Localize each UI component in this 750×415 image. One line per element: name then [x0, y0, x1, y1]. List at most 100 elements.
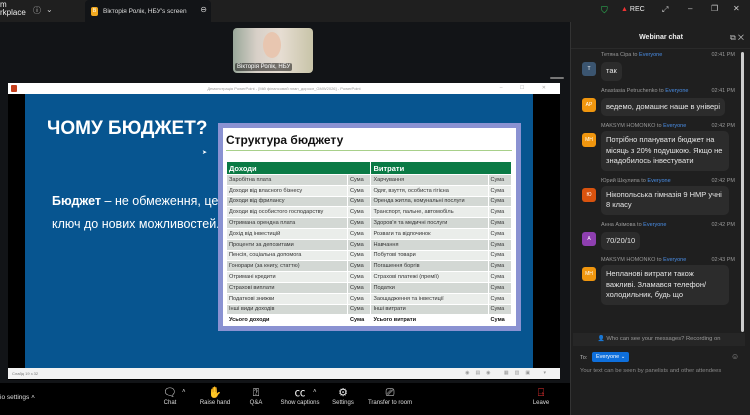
person-icon: 👤	[597, 336, 605, 342]
cloud-icon: ▲	[621, 6, 628, 13]
table-cell: Заробітна плата	[226, 174, 348, 186]
table-cell: Сума	[346, 206, 372, 219]
recipient-dropdown[interactable]: Everyone ⌄	[592, 352, 630, 362]
table-cell: Сума	[346, 217, 372, 229]
message-time: 02:43 PM	[711, 257, 735, 263]
message-text: ведемо, домашнє наше в універі	[601, 97, 726, 116]
cast-icon: ⎚	[385, 387, 395, 399]
shield-icon[interactable]: ⛉	[601, 5, 608, 16]
table-cell: Сума	[487, 227, 513, 240]
popout-icon[interactable]: ⧉	[730, 33, 736, 42]
speaker-video[interactable]: Вікторія Ролік, НБУ	[233, 28, 313, 73]
chat-header-controls: ⧉ ✕	[730, 27, 744, 49]
webinar-chat-panel: Webinar chat ⧉ ✕ Тетяна Сіра to Everyone…	[570, 22, 750, 415]
speaker-name: Вікторія Ролік, НБУ	[235, 63, 293, 71]
chat-scrollbar[interactable]	[741, 52, 744, 332]
table-cell: Розваги та відпочинок	[370, 227, 489, 240]
view-options-icon[interactable]: ⊖	[200, 5, 207, 14]
table-cell: Доходи від особистого господарству	[226, 206, 348, 219]
ppt-title-bar: Демонстрація PowerPoint - [Мій фінансови…	[8, 83, 560, 94]
table-cell: Сума	[346, 174, 372, 186]
table-cell: Сума	[487, 238, 513, 251]
message-meta: Anastasia Petruchenko to Everyone 02:41 P…	[601, 87, 735, 94]
emoji-icon[interactable]: ☺	[731, 352, 739, 361]
sender-name: Юрий Шкулипа	[601, 177, 640, 184]
tab-label: Вікторія Ролік, НБУ's screen	[103, 7, 187, 15]
ppt-status-bar: Слайд 19 з 32 ◉▤◉ ▦▥▣ ▾	[8, 368, 560, 379]
who-can-see-button[interactable]: 👤 Who can see your messages? Recording o…	[573, 333, 745, 346]
screen-share-icon: В	[91, 6, 98, 16]
table-cell: Сума	[346, 184, 372, 197]
mouse-cursor-icon: ➤	[202, 150, 208, 156]
table-cell: Сума	[487, 292, 513, 305]
chat-message: Тетяна Сіра to Everyone 02:41 PM Ттак	[571, 52, 743, 81]
budget-table: Доходи Витрати Заробітна плата Сума Харчув…	[225, 161, 513, 327]
close-icon[interactable]: ✕	[733, 4, 740, 13]
table-cell: Заощадження та інвестиції	[370, 292, 489, 305]
table-cell: Погашення боргів	[370, 260, 489, 273]
table-cell: Дохід від інвестицій	[226, 227, 348, 240]
message-time: 02:42 PM	[711, 123, 735, 129]
tab-shared-screen[interactable]: В Вікторія Ролік, НБУ's screen ⊖	[85, 0, 211, 22]
table-row: Гонорари (за книгу, статтю) Сума Погашення…	[226, 260, 513, 273]
chat-messages: Тетяна Сіра to Everyone 02:41 PM Ттак Anast…	[571, 52, 743, 332]
restore-icon[interactable]: ❐	[711, 4, 718, 13]
table-cell: Транспорт, пальне, автомобіль	[370, 206, 489, 219]
table-row: Податкові знижки Сума Заощадження та інвес…	[226, 292, 513, 305]
table-cell: Здоров'я та медичні послуги	[370, 217, 489, 229]
table-row: Пенсія, соціальна допомога Сума Побутові т…	[226, 249, 513, 262]
table-cell: Інші види доходів	[226, 303, 348, 316]
close-chat-icon[interactable]: ✕	[738, 33, 744, 42]
chat-message: MAKSYM HOMONKO to Everyone 02:42 PM MH Потр…	[571, 123, 743, 171]
settings-button[interactable]: ⚙ Settings	[330, 386, 356, 406]
transfer-to-room-button[interactable]: ⎚ Transfer to room	[364, 386, 416, 406]
table-row: Отримана орендна плата Сума Здоров'я та ме…	[226, 217, 513, 229]
table-cell: Сума	[487, 195, 513, 208]
chat-input[interactable]: Your text can be seen by panelists and o…	[580, 368, 721, 374]
table-cell: Усього витрати	[370, 314, 489, 327]
fullscreen-icon[interactable]: ⤢	[662, 5, 668, 15]
table-cell: Пенсія, соціальна допомога	[226, 249, 348, 262]
chat-header: Webinar chat	[571, 27, 750, 49]
table-cell: Сума	[346, 303, 372, 316]
avatar: А	[582, 231, 596, 246]
table-cell: Податки	[370, 281, 489, 294]
chat-message: Анна Азімова to Everyone 02:42 PM А 70/20/1…	[571, 221, 743, 250]
meeting-toolbar: io settings ˄ 🗨 Chat ˄ ✋ Raise hand ⍰ Q&A ㏄…	[0, 383, 570, 415]
table-cell: Сума	[487, 260, 513, 273]
message-time: 02:42 PM	[711, 177, 735, 184]
table-cell: Податкові знижки	[226, 292, 348, 305]
qa-button[interactable]: ⍰ Q&A	[245, 386, 267, 406]
table-cell: Сума	[346, 260, 372, 273]
table-title: Структура бюджету	[226, 133, 512, 151]
message-meta: MAKSYM HOMONKO to Everyone 02:43 PM	[601, 257, 735, 263]
table-row: Страхові виплати Сума Податки Сума	[226, 281, 513, 294]
recipient: Everyone	[665, 87, 689, 94]
info-icon[interactable]: ⓘ	[33, 5, 41, 16]
table-cell: Отримані кредити	[226, 271, 348, 283]
recipient: Everyone	[643, 221, 667, 228]
powerpoint-window: Демонстрація PowerPoint - [Мій фінансови…	[8, 83, 560, 380]
scrollbar-thumb[interactable]	[741, 52, 744, 332]
table-cell: Навчання	[370, 238, 489, 251]
table-cell: Отримана орендна плата	[226, 217, 348, 229]
recipient: Everyone	[647, 177, 671, 184]
video-drag-handle[interactable]	[550, 77, 564, 79]
chat-options-caret[interactable]: ˄	[182, 389, 186, 395]
captions-options-caret[interactable]: ˄	[313, 389, 317, 395]
table-row: Доходи від власного бізнесу Сума Одяг, взу…	[226, 184, 513, 197]
table-cell: Харчування	[370, 174, 489, 186]
chat-button[interactable]: 🗨 Chat	[160, 386, 180, 406]
leave-button[interactable]: ⍈ Leave	[530, 386, 552, 406]
chevron-down-icon[interactable]: ⌄	[46, 5, 53, 14]
rec-indicator[interactable]: ▲ REC	[621, 6, 645, 13]
view-buttons[interactable]: ◉▤◉ ▦▥▣ ▾	[465, 368, 552, 379]
gear-icon: ⚙	[338, 387, 348, 399]
avatar: Ю	[582, 187, 596, 202]
minimize-icon[interactable]: –	[688, 4, 692, 13]
recipient: Everyone	[663, 123, 687, 129]
table-row: Проценти за депозитами Сума Навчання Сума	[226, 238, 513, 251]
audio-settings-button[interactable]: io settings ˄	[0, 394, 35, 401]
table-cell: Сума	[346, 314, 372, 327]
raise-hand-button[interactable]: ✋ Raise hand	[195, 386, 235, 406]
